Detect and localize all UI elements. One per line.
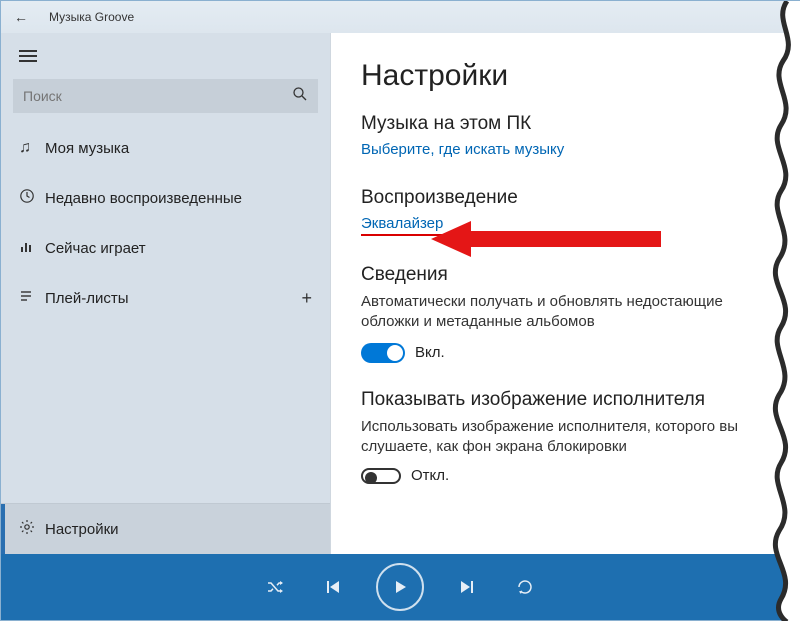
repeat-button[interactable] [510, 572, 540, 602]
search-box[interactable] [13, 79, 318, 113]
nav-list: ♫ Моя музыка Недавно воспроизведенные Се… [1, 123, 330, 503]
about-description: Автоматически получать и обновлять недос… [361, 292, 769, 333]
playlist-icon [19, 288, 45, 309]
choose-music-location-link[interactable]: Выберите, где искать музыку [361, 141, 564, 158]
page-title: Настройки [361, 59, 769, 93]
section-artist-image-title: Показывать изображение исполнителя [361, 389, 769, 411]
section-playback-title: Воспроизведение [361, 187, 769, 209]
metadata-toggle-label: Вкл. [415, 344, 445, 361]
app-body: ♫ Моя музыка Недавно воспроизведенные Се… [1, 33, 799, 554]
add-playlist-button[interactable]: + [301, 288, 312, 309]
app-window: ← Музыка Groove ♫ Моя музыка [0, 0, 800, 621]
clock-icon [19, 188, 45, 209]
nav-label: Недавно воспроизведенные [45, 190, 242, 207]
nav-settings[interactable]: Настройки [1, 504, 330, 554]
hamburger-button[interactable] [1, 33, 330, 79]
search-icon [292, 86, 308, 106]
nav-label: Сейчас играет [45, 240, 146, 257]
title-bar: ← Музыка Groove [1, 1, 799, 33]
nav-bottom: Настройки [1, 503, 330, 554]
artist-image-toggle-label: Откл. [411, 467, 449, 484]
nav-label: Плей-листы [45, 290, 129, 307]
gear-icon [19, 519, 45, 540]
shuffle-button[interactable] [260, 572, 290, 602]
section-about-title: Сведения [361, 264, 769, 286]
app-title: Музыка Groove [49, 10, 134, 24]
nav-recent[interactable]: Недавно воспроизведенные [1, 173, 330, 223]
nav-label: Моя музыка [45, 140, 129, 157]
player-bar [1, 554, 799, 620]
equalizer-link[interactable]: Эквалайзер [361, 215, 443, 236]
back-button[interactable]: ← [9, 9, 33, 25]
search-input[interactable] [23, 88, 292, 104]
nav-playlists[interactable]: Плей-листы + [1, 273, 330, 323]
section-music-title: Музыка на этом ПК [361, 113, 769, 135]
music-note-icon: ♫ [19, 139, 45, 157]
nav-now-playing[interactable]: Сейчас играет [1, 223, 330, 273]
next-button[interactable] [452, 572, 482, 602]
settings-content: Настройки Музыка на этом ПК Выберите, гд… [331, 33, 799, 554]
nav-my-music[interactable]: ♫ Моя музыка [1, 123, 330, 173]
artist-image-description: Использовать изображение исполнителя, ко… [361, 417, 769, 458]
play-button[interactable] [376, 563, 424, 611]
artist-image-toggle[interactable] [361, 468, 401, 484]
metadata-toggle[interactable] [361, 343, 405, 363]
sidebar: ♫ Моя музыка Недавно воспроизведенные Се… [1, 33, 331, 554]
equalizer-icon [19, 238, 45, 259]
previous-button[interactable] [318, 572, 348, 602]
nav-label: Настройки [45, 521, 119, 538]
